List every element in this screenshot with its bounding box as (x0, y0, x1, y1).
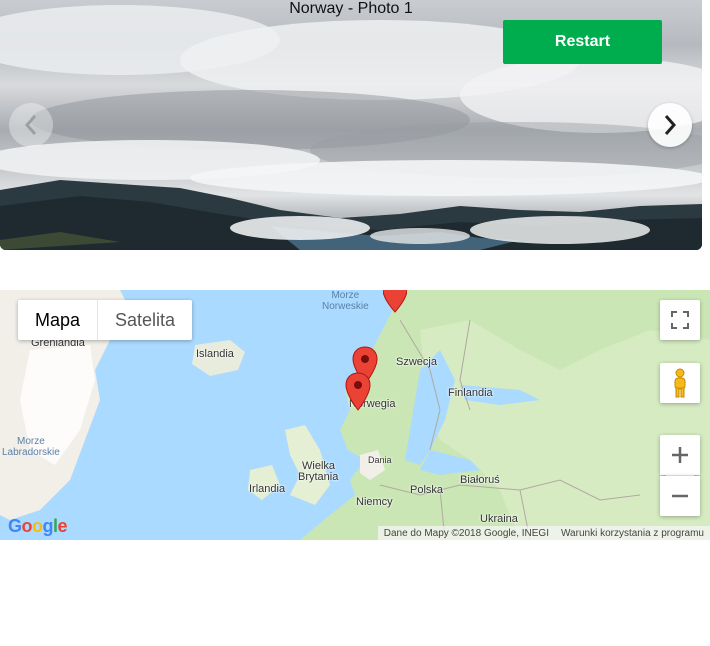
map-type-control: Mapa Satelita (18, 300, 193, 340)
map-type-map-button[interactable]: Mapa (18, 300, 97, 340)
fullscreen-button[interactable] (660, 300, 700, 340)
label-labrador-sea: Morze Labradorskie (2, 436, 60, 458)
label-sweden: Szwecja (396, 356, 437, 368)
label-norwegian-sea-2: Norweskie (322, 301, 369, 312)
google-map[interactable]: Grenlandia Islandia Szwecja Finlandia No… (0, 290, 710, 540)
map-attribution-bar: Dane do Mapy ©2018 Google, INEGI Warunki… (377, 526, 710, 540)
label-finland: Finlandia (448, 387, 493, 399)
label-labrador-sea-1: Morze (17, 436, 45, 447)
label-ukraine: Ukraina (480, 513, 518, 525)
label-poland: Polska (410, 484, 444, 496)
zoom-out-button[interactable] (660, 476, 700, 516)
photo-title: Norway - Photo 1 (289, 0, 413, 17)
fullscreen-icon (671, 311, 689, 329)
label-ireland: Irlandia (249, 483, 286, 495)
chevron-left-icon (24, 115, 37, 135)
terms-of-use-link[interactable]: Warunki korzystania z programu (555, 528, 710, 539)
label-iceland: Islandia (196, 348, 234, 360)
map-data-attribution: Dane do Mapy ©2018 Google, INEGI (383, 527, 549, 539)
label-belarus: Białoruś (460, 474, 500, 486)
previous-photo-button[interactable] (9, 103, 53, 147)
minus-icon (672, 494, 688, 498)
label-norwegian-sea-1: Morze (331, 290, 360, 301)
pegman-icon (674, 368, 686, 398)
next-photo-button[interactable] (648, 103, 692, 147)
photo-carousel: Norway - Photo 1 Restart (0, 0, 702, 250)
map-marker-bergen-2[interactable] (345, 372, 371, 412)
street-view-pegman-button[interactable] (660, 363, 700, 403)
map-marker-north[interactable] (383, 290, 407, 314)
label-germany: Niemcy (356, 496, 393, 508)
zoom-in-button[interactable] (660, 435, 700, 475)
label-uk-2: Brytania (298, 471, 339, 483)
restart-button[interactable]: Restart (503, 20, 662, 64)
chevron-right-icon (664, 115, 677, 135)
label-denmark: Dania (368, 455, 392, 465)
google-logo[interactable]: Google (8, 516, 68, 537)
label-labrador-sea-2: Labradorskie (2, 447, 60, 458)
plus-icon (672, 447, 688, 463)
map-type-satellite-button[interactable]: Satelita (97, 300, 192, 340)
label-norwegian-sea: Morze Norweskie (322, 290, 369, 312)
